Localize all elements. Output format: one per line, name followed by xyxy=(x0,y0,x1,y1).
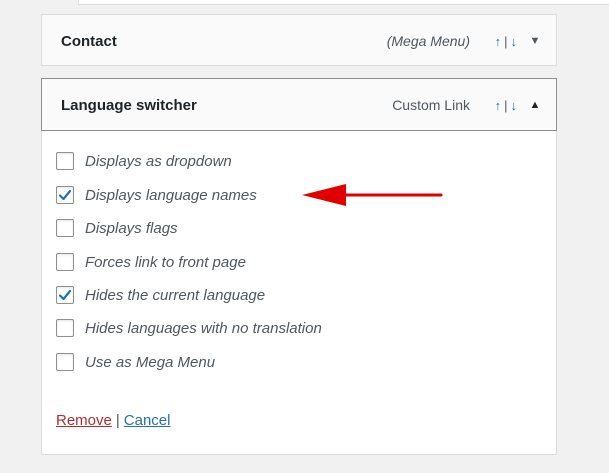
checkbox-displays-language-names[interactable] xyxy=(56,186,74,204)
menu-item-type: Custom Link xyxy=(392,97,470,113)
menu-item-title: Contact xyxy=(61,33,117,50)
option-use-as-mega-menu[interactable]: Use as Mega Menu xyxy=(56,352,215,372)
checkbox-forces-link-to-front-page[interactable] xyxy=(56,253,74,271)
option-displays-language-names[interactable]: Displays language names xyxy=(56,185,257,205)
option-label: Forces link to front page xyxy=(85,253,246,271)
move-up-link[interactable]: ↑ xyxy=(495,34,503,49)
checkmark-icon xyxy=(58,289,72,301)
option-label: Use as Mega Menu xyxy=(85,353,216,371)
order-separator: | xyxy=(504,34,509,49)
option-forces-link-to-front-page[interactable]: Forces link to front page xyxy=(56,252,246,272)
option-hides-languages-no-translation[interactable]: Hides languages with no translation xyxy=(56,318,322,338)
collapse-toggle-icon[interactable]: ▲ xyxy=(528,98,542,112)
order-links: ↑ | ↓ xyxy=(495,98,518,113)
remove-link[interactable]: Remove xyxy=(56,412,112,429)
checkmark-icon xyxy=(58,189,72,201)
checkbox-use-as-mega-menu[interactable] xyxy=(56,353,74,371)
cancel-link[interactable]: Cancel xyxy=(124,412,171,429)
checkbox-displays-flags[interactable] xyxy=(56,219,74,237)
checkbox-hides-languages-no-translation[interactable] xyxy=(56,319,74,337)
order-separator: | xyxy=(504,98,509,113)
checkbox-hides-current-language[interactable] xyxy=(56,286,74,304)
language-switcher-settings: Displays as dropdown Displays language n… xyxy=(41,131,557,455)
option-label: Displays flags xyxy=(85,219,178,237)
menu-item-title: Language switcher xyxy=(61,97,197,114)
red-arrow-left-icon xyxy=(302,184,443,206)
order-links: ↑ | ↓ xyxy=(495,34,518,49)
option-displays-flags[interactable]: Displays flags xyxy=(56,218,178,238)
option-label: Displays language names xyxy=(85,186,257,204)
move-down-link[interactable]: ↓ xyxy=(511,98,519,113)
menu-item-type: (Mega Menu) xyxy=(386,33,470,49)
screenshot-canvas: Contact (Mega Menu) ↑ | ↓ ▼ Language switc… xyxy=(0,0,609,473)
menu-item-language-switcher[interactable]: Language switcher Custom Link ↑ | ↓ ▲ xyxy=(41,78,557,131)
actions-separator: | xyxy=(115,412,120,429)
option-hides-current-language[interactable]: Hides the current language xyxy=(56,285,265,305)
menu-item-contact[interactable]: Contact (Mega Menu) ↑ | ↓ ▼ xyxy=(41,14,557,66)
move-up-link[interactable]: ↑ xyxy=(495,98,503,113)
expand-toggle-icon[interactable]: ▼ xyxy=(528,34,542,48)
option-label: Hides languages with no translation xyxy=(85,319,322,337)
move-down-link[interactable]: ↓ xyxy=(511,34,519,49)
option-label: Displays as dropdown xyxy=(85,152,232,170)
previous-item-edge xyxy=(78,0,609,5)
option-displays-as-dropdown[interactable]: Displays as dropdown xyxy=(56,151,232,171)
checkbox-displays-as-dropdown[interactable] xyxy=(56,152,74,170)
option-label: Hides the current language xyxy=(85,286,266,304)
menu-item-actions: Remove | Cancel xyxy=(56,412,170,429)
